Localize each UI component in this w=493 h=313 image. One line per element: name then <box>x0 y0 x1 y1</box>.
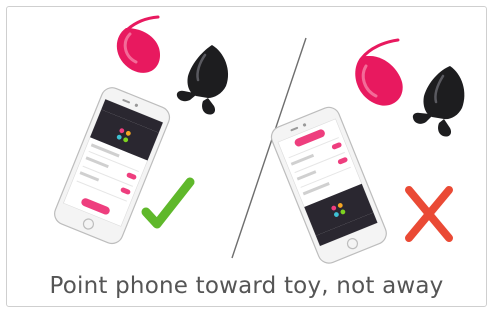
orientation-illustration <box>54 15 465 264</box>
plug-toy-right <box>412 66 465 137</box>
cross-icon <box>405 186 453 242</box>
instruction-caption: Point phone toward toy, not away <box>49 273 444 299</box>
egg-vibrator-left <box>116 15 161 73</box>
phone-incorrect <box>270 106 387 264</box>
check-icon <box>141 177 195 229</box>
egg-vibrator-right <box>355 38 403 106</box>
plug-toy-left <box>176 45 229 115</box>
